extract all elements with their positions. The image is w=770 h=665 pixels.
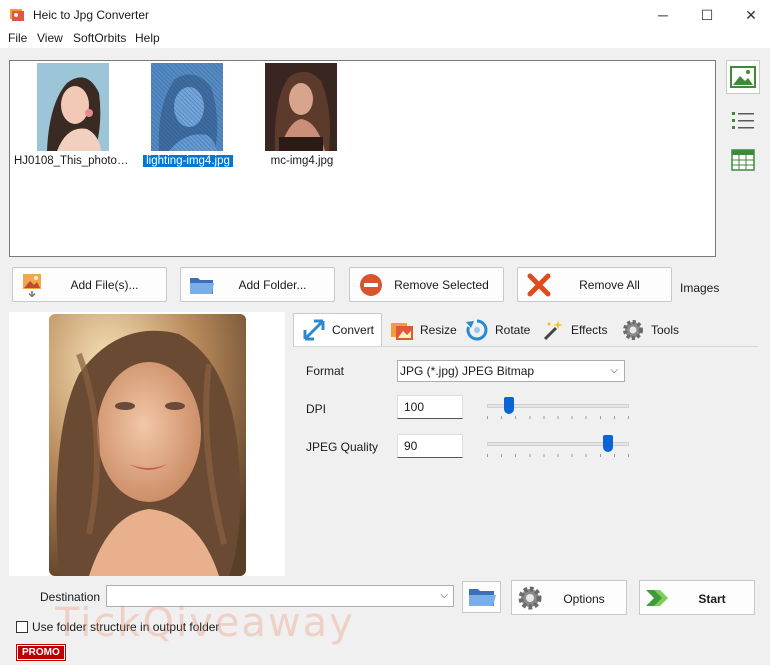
menu-softorbits[interactable]: SoftOrbits [73, 31, 126, 45]
jpeg-quality-label: JPEG Quality [306, 440, 379, 454]
tab-resize[interactable]: Resize [382, 313, 457, 346]
remove-all-label: Remove All [579, 278, 640, 292]
menu-view[interactable]: View [37, 31, 63, 45]
tab-effects[interactable]: Effects [533, 313, 613, 346]
tab-tools[interactable]: Tools [613, 313, 685, 346]
jpeg-quality-slider-thumb[interactable] [603, 435, 613, 452]
remove-icon [360, 274, 382, 296]
table-view-icon [731, 149, 755, 171]
tab-divider [293, 346, 758, 347]
list-view-icon [732, 112, 754, 129]
folder-icon [468, 589, 496, 606]
rotate-icon [466, 319, 488, 340]
remove-selected-label: Remove Selected [394, 278, 489, 292]
add-files-label: Add File(s)... [70, 278, 139, 292]
settings-tabs: Convert Resize Rotate Effects Tools [293, 313, 758, 346]
add-folder-label: Add Folder... [238, 278, 307, 292]
thumbnail-image [265, 63, 337, 151]
remove-selected-button[interactable]: Remove Selected [349, 267, 504, 302]
dpi-label: DPI [306, 402, 327, 416]
tab-effects-label: Effects [571, 322, 608, 337]
jpeg-quality-input[interactable]: 90 [397, 434, 463, 458]
preview-image [49, 314, 246, 576]
magic-wand-icon [543, 319, 563, 340]
dpi-input[interactable]: 100 [397, 395, 463, 419]
tab-tools-label: Tools [651, 322, 680, 337]
dpi-slider-ticks [487, 416, 629, 419]
menu-help[interactable]: Help [135, 31, 160, 45]
start-label: Start [698, 592, 726, 606]
thumbnail-item-selected[interactable]: lighting-img4.jpg [128, 63, 248, 173]
jpeg-quality-slider[interactable] [487, 435, 629, 457]
options-button[interactable]: Options [511, 580, 627, 615]
menu-file[interactable]: File [8, 31, 27, 45]
folder-structure-checkbox[interactable] [16, 621, 28, 633]
window-title: Heic to Jpg Converter [33, 8, 150, 22]
thumbnail-panel[interactable]: HJ0108_This_photogr... lighting-img4.jpg… [9, 60, 716, 257]
add-files-icon [23, 274, 41, 297]
list-view-button[interactable] [726, 103, 760, 137]
thumbnail-name: mc-img4.jpg [270, 155, 334, 167]
watermark-text: TickQiveaway [55, 600, 355, 646]
minimize-button[interactable]: ─ [640, 0, 686, 30]
gear-icon [623, 319, 643, 340]
add-folder-button[interactable]: Add Folder... [180, 267, 335, 302]
tab-rotate-label: Rotate [495, 322, 531, 337]
dpi-slider[interactable] [487, 397, 629, 419]
tab-convert-label: Convert [332, 323, 375, 337]
table-view-button[interactable] [726, 143, 760, 177]
folder-icon [190, 278, 214, 294]
promo-badge[interactable]: PROMO [16, 644, 66, 661]
close-button[interactable]: ✕ [728, 0, 770, 30]
remove-all-icon [527, 273, 551, 297]
image-view-icon [730, 66, 756, 88]
options-label: Options [563, 592, 605, 606]
app-icon [10, 9, 24, 21]
format-value: JPG (*.jpg) JPEG Bitmap [400, 364, 535, 378]
chevron-down-icon: ⌵ [440, 590, 448, 601]
thumbnail-image [37, 63, 109, 151]
dpi-slider-thumb[interactable] [504, 397, 514, 414]
chevron-down-icon: ⌵ [610, 365, 618, 376]
maximize-button[interactable]: ☐ [684, 0, 730, 30]
images-label: Images [680, 281, 720, 295]
title-bar: Heic to Jpg Converter ─ ☐ ✕ [0, 0, 770, 30]
convert-icon [303, 319, 325, 341]
thumbnail-item[interactable]: HJ0108_This_photogr... [14, 63, 134, 173]
resize-icon [391, 322, 413, 340]
add-files-button[interactable]: Add File(s)... [12, 267, 167, 302]
thumbnail-item[interactable]: mc-img4.jpg [242, 63, 362, 173]
thumbnail-name: HJ0108_This_photogr... [14, 155, 134, 167]
jpeg-quality-slider-ticks [487, 454, 629, 457]
thumbnail-image [151, 63, 223, 151]
thumbnail-name: lighting-img4.jpg [143, 155, 233, 167]
gear-icon [518, 586, 542, 610]
start-button[interactable]: Start [639, 580, 755, 615]
format-label: Format [306, 364, 345, 378]
tab-rotate[interactable]: Rotate [457, 313, 533, 346]
image-view-button[interactable] [726, 60, 760, 94]
preview-panel [9, 312, 285, 576]
menu-bar: File View SoftOrbits Help [0, 30, 770, 48]
tab-resize-label: Resize [420, 322, 457, 337]
start-arrow-icon [646, 590, 668, 606]
remove-all-button[interactable]: Remove All [517, 267, 672, 302]
tab-convert[interactable]: Convert [293, 313, 382, 346]
browse-folder-button[interactable] [462, 581, 501, 613]
format-select[interactable]: JPG (*.jpg) JPEG Bitmap ⌵ [397, 360, 625, 382]
